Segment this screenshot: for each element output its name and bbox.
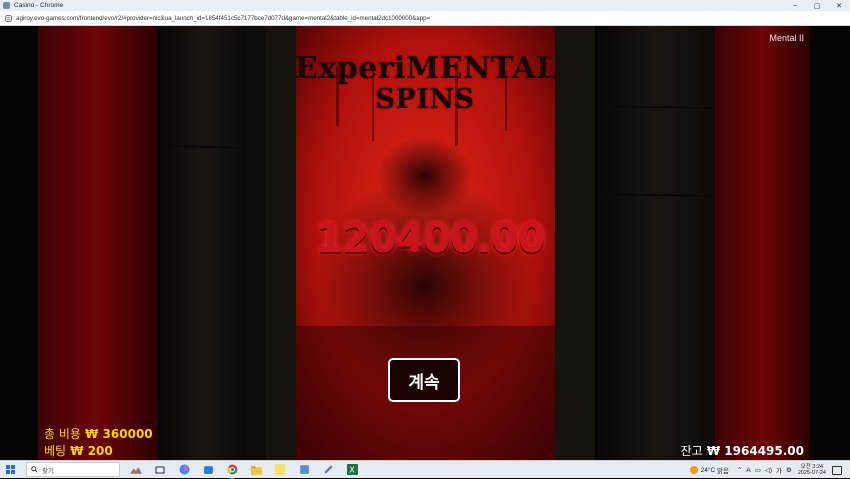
- weather-text: 맑음: [716, 468, 729, 475]
- svg-text:X: X: [349, 466, 355, 475]
- weather-temp: 24°C: [700, 466, 716, 474]
- taskbar-search[interactable]: 찾기: [26, 462, 120, 477]
- ime-icon[interactable]: 가: [776, 465, 782, 475]
- search-icon: [31, 466, 38, 473]
- system-tray: 24°C 맑음 ⌃ A ▭ ◁) 가 ⚙ 오전 3:24 2025-07-24: [689, 461, 850, 479]
- total-bet-label: 총 비용: [44, 427, 81, 441]
- balance-value: ₩ 1964495.00: [706, 444, 804, 458]
- minimize-button[interactable]: –: [784, 0, 806, 11]
- continue-button[interactable]: 계속: [388, 358, 460, 402]
- chrome-icon[interactable]: [226, 464, 238, 479]
- task-view-icon[interactable]: [154, 464, 166, 476]
- casino-favicon-icon: [3, 2, 10, 9]
- total-bet-value: ₩ 360000: [85, 427, 153, 441]
- windows-logo-icon: [6, 464, 10, 469]
- taskbar-apps: X: [124, 464, 364, 479]
- balance-label: 잔고: [680, 444, 703, 458]
- window-title: Casino - Chrome: [14, 2, 64, 9]
- site-info-icon[interactable]: [4, 14, 12, 22]
- notification-icon[interactable]: [832, 465, 842, 475]
- start-button[interactable]: [6, 464, 16, 475]
- total-bet-row: 총 비용 ₩ 360000: [44, 426, 153, 443]
- bet-value: ₩ 200: [70, 444, 113, 458]
- excel-icon[interactable]: X: [346, 464, 358, 476]
- weather-widget[interactable]: 24°C 맑음: [689, 465, 729, 475]
- chevron-up-icon[interactable]: ⌃: [737, 466, 742, 474]
- tray-icons[interactable]: ⌃ A ▭ ◁) 가 ⚙: [737, 465, 792, 476]
- game-name-tag: Mental II: [769, 33, 804, 43]
- balance-info: 잔고 ₩ 1964495.00: [681, 442, 804, 459]
- bet-row: 베팅 ₩ 200: [44, 443, 153, 460]
- store-icon[interactable]: [202, 464, 214, 476]
- tool-icon[interactable]: [322, 464, 334, 476]
- clock-date: 2025-07-24: [797, 470, 826, 476]
- win-amount: 120400.00: [315, 216, 546, 262]
- notes-icon[interactable]: [274, 464, 286, 476]
- settings-icon[interactable]: ⚙: [786, 466, 792, 474]
- windows-taskbar: 찾기 X 24°C 맑음 ⌃ A ▭ ◁) 가 ⚙ 오전 3:24 2025-0…: [0, 460, 850, 479]
- url-text[interactable]: agiroy.evo-games.com/frontend/evo/r2/#pr…: [16, 15, 430, 22]
- game-viewport[interactable]: Mental II ExperiMENTAL SPINS 120400.00 계…: [0, 26, 850, 460]
- window-controls: – ▢ ✕: [784, 0, 850, 11]
- input-language[interactable]: A: [746, 467, 750, 474]
- bet-label: 베팅: [44, 444, 67, 458]
- logo-line-1: ExperiMENTAL: [295, 51, 558, 86]
- network-icon[interactable]: ▭: [755, 466, 761, 474]
- taskbar-clock[interactable]: 오전 3:24 2025-07-24: [798, 464, 826, 477]
- address-bar[interactable]: agiroy.evo-games.com/frontend/evo/r2/#pr…: [0, 11, 850, 26]
- python-icon[interactable]: [298, 464, 310, 476]
- volume-icon[interactable]: ◁): [765, 466, 772, 474]
- logo-line-2: SPINS: [375, 84, 475, 115]
- sun-icon: [689, 466, 698, 474]
- copilot-icon[interactable]: [178, 464, 190, 476]
- window-title-bar: Casino - Chrome – ▢ ✕: [0, 0, 850, 11]
- file-explorer-icon[interactable]: [250, 464, 262, 476]
- close-button[interactable]: ✕: [828, 0, 850, 11]
- search-placeholder: 찾기: [42, 467, 54, 475]
- bet-info: 총 비용 ₩ 360000 베팅 ₩ 200: [44, 426, 153, 460]
- decorative-landscape-icon[interactable]: [130, 464, 142, 476]
- maximize-button[interactable]: ▢: [806, 0, 828, 11]
- game-logo: ExperiMENTAL SPINS: [295, 51, 558, 115]
